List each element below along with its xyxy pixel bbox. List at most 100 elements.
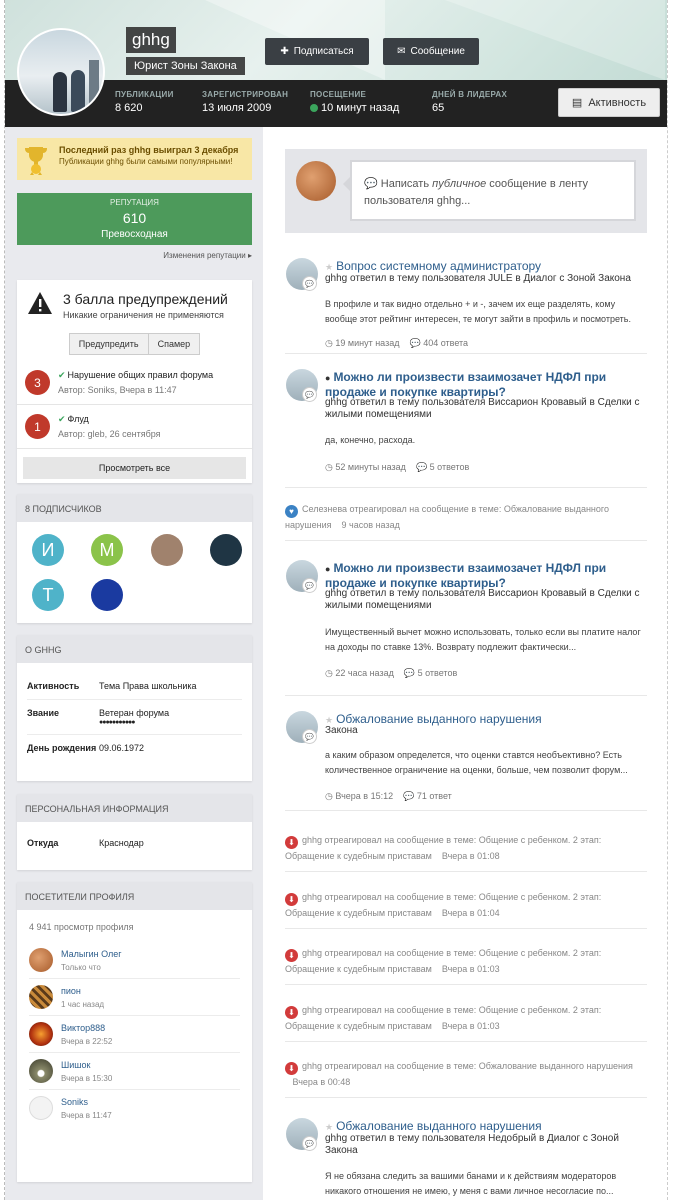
clock-icon: ◷ <box>325 791 333 801</box>
visitor-row[interactable]: пион 1 час назад <box>29 979 240 1016</box>
feed-topic-link[interactable]: ● Можно ли произвести взаимозачет НДФЛ пр… <box>325 561 643 590</box>
activity-icon: ▤ <box>571 97 583 109</box>
check-icon: ✔ <box>58 370 66 380</box>
activity-feed: 💬 Написать публичное сообщение в ленту п… <box>263 127 667 1200</box>
subscribe-button[interactable]: ✚ Подписаться <box>265 38 369 65</box>
message-button[interactable]: ✉ Сообщение <box>383 38 479 65</box>
feed-item: 💬 ★ Обжалование выданного нарушения ghhg … <box>285 1118 647 1200</box>
personal-info-box: ПЕРСОНАЛЬНАЯ ИНФОРМАЦИЯ Откуда Краснодар <box>17 794 252 870</box>
warning-item[interactable]: 3 ✔ Нарушение общих правил форума Автор: S… <box>17 361 252 405</box>
reputation-changes-link[interactable]: Изменения репутации ▸ <box>17 251 252 260</box>
comment-icon: 💬 <box>415 462 428 472</box>
downvote-reaction-icon: ⬇ <box>285 949 298 962</box>
feed-topic-link[interactable]: ★ Обжалование выданного нарушения <box>325 1119 643 1134</box>
comment-icon: 💬 <box>409 338 421 348</box>
reaction-item: ⬇ ghhg отреагировал на сообщение в теме: … <box>285 833 647 872</box>
visitor-avatar <box>29 1022 53 1046</box>
stat-leader-days: ДНЕЙ В ЛИДЕРАХ 65 <box>432 90 508 114</box>
visitor-avatar <box>29 948 53 972</box>
profile-views-count: 4 941 просмотр профиля <box>29 922 134 932</box>
clock-icon: ◷ <box>325 338 333 348</box>
activity-button[interactable]: ▤ Активность <box>558 88 660 117</box>
stat-posts: ПУБЛИКАЦИИ 8 620 <box>115 90 174 114</box>
follower-avatar[interactable]: М <box>91 534 123 566</box>
profile-user-title: Юрист Зоны Закона <box>126 57 245 75</box>
downvote-reaction-icon: ⬇ <box>285 893 298 906</box>
comment-icon: 💬 <box>302 729 317 744</box>
view-all-warnings-button[interactable]: Просмотреть все <box>23 457 246 479</box>
visitor-row[interactable]: Soniks Вчера в 11:47 <box>29 1090 240 1126</box>
left-sidebar: Последний раз ghhg выиграл 3 декабря Публ… <box>5 127 263 1200</box>
reaction-item: ⬇ ghhg отреагировал на сообщение в теме: … <box>285 1003 647 1042</box>
check-icon: ✔ <box>58 414 66 424</box>
warning-icon <box>28 292 52 314</box>
personal-heading: ПЕРСОНАЛЬНАЯ ИНФОРМАЦИЯ <box>17 794 252 822</box>
online-status-icon <box>310 104 318 112</box>
reaction-item: ⬇ ghhg отреагировал на сообщение в теме: … <box>285 890 647 929</box>
star-icon: ★ <box>325 262 334 272</box>
comment-icon: 💬 <box>302 1136 317 1151</box>
warnings-box: 3 балла предупреждений Никакие ограничени… <box>17 280 252 483</box>
activity-link[interactable]: Тема Права школьника <box>99 681 197 691</box>
profile-header: ghhg Юрист Зоны Закона ✚ Подписаться ✉ Соо… <box>5 0 667 127</box>
star-icon: ★ <box>325 715 334 725</box>
reputation-rank: Превосходная <box>101 229 168 240</box>
follower-avatar[interactable]: Т <box>32 579 64 611</box>
add-user-icon: ✚ <box>280 46 289 57</box>
downvote-reaction-icon: ⬇ <box>285 1062 298 1075</box>
visitor-row[interactable]: Малыгин Олег Только что <box>29 942 240 979</box>
feed-item: 💬 ★ Обжалование выданного нарушения Закон… <box>285 711 647 811</box>
visitor-row[interactable]: Виктор888 Вчера в 22:52 <box>29 1016 240 1053</box>
feed-item: 💬 ● Можно ли произвести взаимозачет НДФЛ … <box>285 560 647 696</box>
feed-topic-link[interactable]: ★ Вопрос системному администратору <box>325 259 643 274</box>
warn-button[interactable]: Предупредить <box>68 333 149 355</box>
status-input[interactable]: 💬 Написать публичное сообщение в ленту п… <box>350 160 636 221</box>
reputation-box: РЕПУТАЦИЯ 610 Превосходная <box>17 193 252 245</box>
reputation-value: 610 <box>122 210 147 226</box>
comment-icon: 💬 <box>364 178 378 190</box>
follower-avatar[interactable]: И <box>32 534 64 566</box>
warnings-subtitle: Никакие ограничения не применяются <box>63 310 224 320</box>
warning-item[interactable]: 1 ✔ Флуд Автор: gleb, 26 сентября <box>17 405 252 449</box>
followers-heading: 8 ПОДПИСЧИКОВ <box>17 494 252 522</box>
feed-item: 💬 ● Можно ли произвести взаимозачет НДФЛ … <box>285 369 647 488</box>
leaderboard-winner-box: Последний раз ghhg выиграл 3 декабря Публ… <box>17 138 252 180</box>
reaction-item: ⬇ ghhg отреагировал на сообщение в теме: … <box>285 946 647 985</box>
winner-subtitle: Публикации ghhg были самыми популярными! <box>59 157 233 166</box>
followers-box: 8 ПОДПИСЧИКОВ И М Т <box>17 494 252 623</box>
trophy-icon <box>23 145 49 175</box>
warnings-title: 3 балла предупреждений <box>63 291 228 307</box>
winner-title: Последний раз ghhg выиграл 3 декабря <box>59 145 239 155</box>
feed-topic-link[interactable]: ● Можно ли произвести взаимозачет НДФЛ пр… <box>325 370 643 399</box>
stat-joined: ЗАРЕГИСТРИРОВАН 13 июля 2009 <box>202 90 289 114</box>
follower-avatar[interactable] <box>210 534 242 566</box>
stat-last-visit: ПОСЕЩЕНИЕ 10 минут назад <box>310 90 400 114</box>
feed-item: 💬 ★ Вопрос системному администратору ghhg… <box>285 258 647 354</box>
profile-username: ghhg <box>126 27 176 53</box>
star-icon: ★ <box>325 1122 334 1132</box>
about-box: О GHHG Активность Тема Права школьника Зв… <box>17 635 252 781</box>
downvote-reaction-icon: ⬇ <box>285 1006 298 1019</box>
profile-avatar[interactable] <box>17 28 105 116</box>
about-heading: О GHHG <box>17 635 252 663</box>
comment-icon: 💬 <box>302 387 317 402</box>
clock-icon: ◷ <box>325 668 333 678</box>
follower-avatar[interactable] <box>91 579 123 611</box>
clock-icon: ◷ <box>325 462 333 472</box>
viewer-avatar <box>296 161 336 201</box>
like-reaction-icon: ♥ <box>285 505 298 518</box>
reaction-item: ⬇ ghhg отреагировал на сообщение в теме: … <box>285 1059 647 1098</box>
visitor-avatar <box>29 1059 53 1083</box>
rank-pips: ●●●●●●●●●●● <box>99 719 136 726</box>
visitors-heading: ПОСЕТИТЕЛИ ПРОФИЛЯ <box>17 882 252 910</box>
reaction-item: ♥ Селезнева отреагировал на сообщение в т… <box>285 502 647 541</box>
downvote-reaction-icon: ⬇ <box>285 836 298 849</box>
follower-avatar[interactable] <box>151 534 183 566</box>
profile-page: ghhg Юрист Зоны Закона ✚ Подписаться ✉ Соо… <box>4 0 668 1200</box>
visitor-row[interactable]: Шишок Вчера в 15:30 <box>29 1053 240 1090</box>
comment-icon: 💬 <box>302 578 317 593</box>
spammer-button[interactable]: Спамер <box>148 333 201 355</box>
comment-icon: 💬 <box>403 668 416 678</box>
profile-visitors-box: ПОСЕТИТЕЛИ ПРОФИЛЯ 4 941 просмотр профил… <box>17 882 252 1182</box>
comment-icon: 💬 <box>302 276 317 291</box>
